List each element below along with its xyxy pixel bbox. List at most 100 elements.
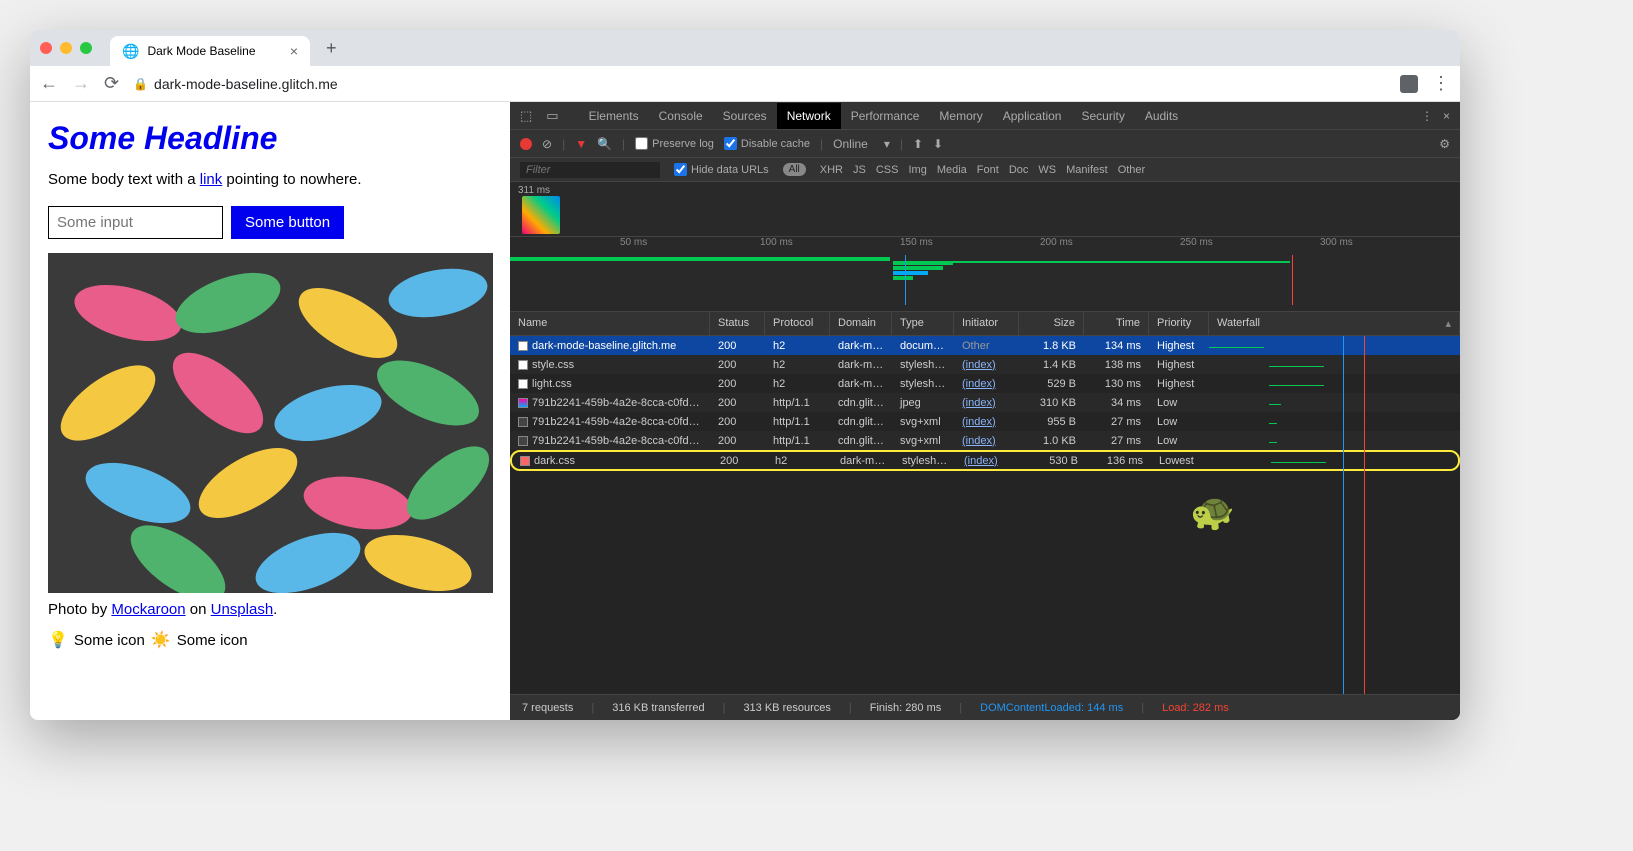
back-button[interactable]: ← [40, 73, 58, 94]
waterfall-bar [1271, 462, 1326, 463]
new-tab-button[interactable]: + [318, 38, 345, 59]
table-row[interactable]: dark.css200h2dark-mo…stylesheet(index)53… [510, 450, 1460, 471]
filter-other[interactable]: Other [1118, 164, 1146, 176]
column-header[interactable]: Protocol [765, 312, 830, 335]
devtools-tab-elements[interactable]: Elements [579, 103, 649, 129]
filter-doc[interactable]: Doc [1009, 164, 1029, 176]
table-row[interactable]: 791b2241-459b-4a2e-8cca-c0fdc2…200http/1… [510, 393, 1460, 412]
download-har-icon[interactable]: ⬇ [933, 137, 943, 151]
minimize-window-button[interactable] [60, 42, 72, 54]
overview-thumbnail [522, 196, 560, 234]
timeline-ruler[interactable]: 50 ms100 ms150 ms200 ms250 ms300 ms [510, 237, 1460, 312]
table-row[interactable]: 791b2241-459b-4a2e-8cca-c0fdc2…200http/1… [510, 431, 1460, 450]
column-header[interactable]: Priority [1149, 312, 1209, 335]
file-type-icon [518, 417, 528, 427]
browser-menu-button[interactable]: ⋮ [1432, 73, 1450, 94]
filter-toggle-icon[interactable]: ▼ [575, 137, 587, 151]
devtools-tab-sources[interactable]: Sources [713, 103, 777, 129]
image-caption: Photo by Mockaroon on Unsplash. [48, 601, 492, 618]
file-type-icon [520, 456, 530, 466]
filter-input[interactable] [520, 162, 660, 178]
content-split: Some Headline Some body text with a link… [30, 102, 1460, 720]
column-header[interactable]: Type [892, 312, 954, 335]
filter-media[interactable]: Media [937, 164, 967, 176]
url-bar: ← → ⟳ 🔒 dark-mode-baseline.glitch.me ⋮ [30, 66, 1460, 102]
column-header[interactable]: Initiator [954, 312, 1019, 335]
filter-manifest[interactable]: Manifest [1066, 164, 1108, 176]
initiator-link[interactable]: (index) [962, 378, 996, 390]
column-header[interactable]: Status [710, 312, 765, 335]
devtools-tab-application[interactable]: Application [993, 103, 1072, 129]
filter-all[interactable]: All [783, 163, 806, 176]
devtools-tab-console[interactable]: Console [649, 103, 713, 129]
initiator-link[interactable]: (index) [962, 359, 996, 371]
file-type-icon [518, 398, 528, 408]
site-link[interactable]: Unsplash [211, 601, 274, 618]
filter-img[interactable]: Img [908, 164, 926, 176]
waterfall-bar [1269, 366, 1324, 367]
author-link[interactable]: Mockaroon [111, 601, 185, 618]
waterfall-bar [1269, 442, 1277, 443]
filter-xhr[interactable]: XHR [820, 164, 843, 176]
ruler-tick: 300 ms [1320, 237, 1353, 248]
table-row[interactable]: dark-mode-baseline.glitch.me200h2dark-mo… [510, 336, 1460, 355]
filter-js[interactable]: JS [853, 164, 866, 176]
extension-icon[interactable] [1400, 75, 1418, 93]
table-row[interactable]: light.css200h2dark-mo…stylesheet(index)5… [510, 374, 1460, 393]
preserve-log-checkbox[interactable]: Preserve log [635, 137, 714, 150]
status-finish: Finish: 280 ms [870, 702, 942, 714]
column-header[interactable]: Name [510, 312, 710, 335]
demo-button[interactable]: Some button [231, 206, 344, 239]
initiator-link[interactable]: (index) [962, 416, 996, 428]
filter-css[interactable]: CSS [876, 164, 899, 176]
initiator-link[interactable]: (index) [962, 435, 996, 447]
body-text: Some body text with a link pointing to n… [48, 171, 492, 188]
column-header[interactable]: Domain [830, 312, 892, 335]
device-icon[interactable]: ▭ [546, 108, 558, 124]
throttling-select[interactable]: Online▾ [833, 137, 890, 151]
disable-cache-checkbox[interactable]: Disable cache [724, 137, 810, 150]
address-bar[interactable]: 🔒 dark-mode-baseline.glitch.me [133, 76, 338, 92]
column-header[interactable]: Size [1019, 312, 1084, 335]
inspect-icon[interactable]: ⬚ [520, 108, 532, 124]
upload-har-icon[interactable]: ⬆ [913, 137, 923, 151]
devtools-tab-memory[interactable]: Memory [929, 103, 992, 129]
devtools-tab-audits[interactable]: Audits [1135, 103, 1188, 129]
rendered-page: Some Headline Some body text with a link… [30, 102, 510, 720]
settings-icon[interactable]: ⚙ [1439, 137, 1450, 151]
browser-tab[interactable]: 🌐 Dark Mode Baseline × [110, 36, 310, 66]
filter-ws[interactable]: WS [1038, 164, 1056, 176]
devtools-more-icon[interactable]: ⋮ [1421, 109, 1433, 123]
filter-font[interactable]: Font [977, 164, 999, 176]
body-link[interactable]: link [200, 171, 223, 188]
initiator-link[interactable]: (index) [962, 397, 996, 409]
chevron-down-icon: ▾ [884, 137, 890, 151]
reload-button[interactable]: ⟳ [104, 73, 119, 94]
table-row[interactable]: 791b2241-459b-4a2e-8cca-c0fdc2…200http/1… [510, 412, 1460, 431]
devtools-tab-network[interactable]: Network [777, 103, 841, 129]
initiator-link[interactable]: (index) [964, 455, 998, 467]
close-window-button[interactable] [40, 42, 52, 54]
ruler-tick: 200 ms [1040, 237, 1073, 248]
devtools-tab-security[interactable]: Security [1071, 103, 1134, 129]
icon-label: Some icon [177, 632, 248, 649]
record-button[interactable] [520, 138, 532, 150]
column-header[interactable]: Waterfall ▴ [1209, 312, 1460, 335]
maximize-window-button[interactable] [80, 42, 92, 54]
table-row[interactable]: style.css200h2dark-mo…stylesheet(index)1… [510, 355, 1460, 374]
devtools-tabs: ElementsConsoleSourcesNetworkPerformance… [579, 103, 1189, 129]
close-tab-icon[interactable]: × [290, 43, 298, 59]
devtools-close-icon[interactable]: × [1443, 109, 1450, 123]
hide-data-urls-checkbox[interactable]: Hide data URLs [674, 163, 769, 176]
bulb-icon: 💡 [48, 630, 68, 650]
column-header[interactable]: Time [1084, 312, 1149, 335]
forward-button[interactable]: → [72, 73, 90, 94]
table-header: NameStatusProtocolDomainTypeInitiatorSiz… [510, 312, 1460, 336]
ruler-tick: 50 ms [620, 237, 647, 248]
clear-icon[interactable]: ⊘ [542, 137, 552, 151]
search-icon[interactable]: 🔍 [597, 137, 612, 151]
waterfall-bar [1269, 385, 1324, 386]
devtools-tab-performance[interactable]: Performance [841, 103, 930, 129]
table-body: dark-mode-baseline.glitch.me200h2dark-mo… [510, 336, 1460, 694]
demo-input[interactable] [48, 206, 223, 239]
